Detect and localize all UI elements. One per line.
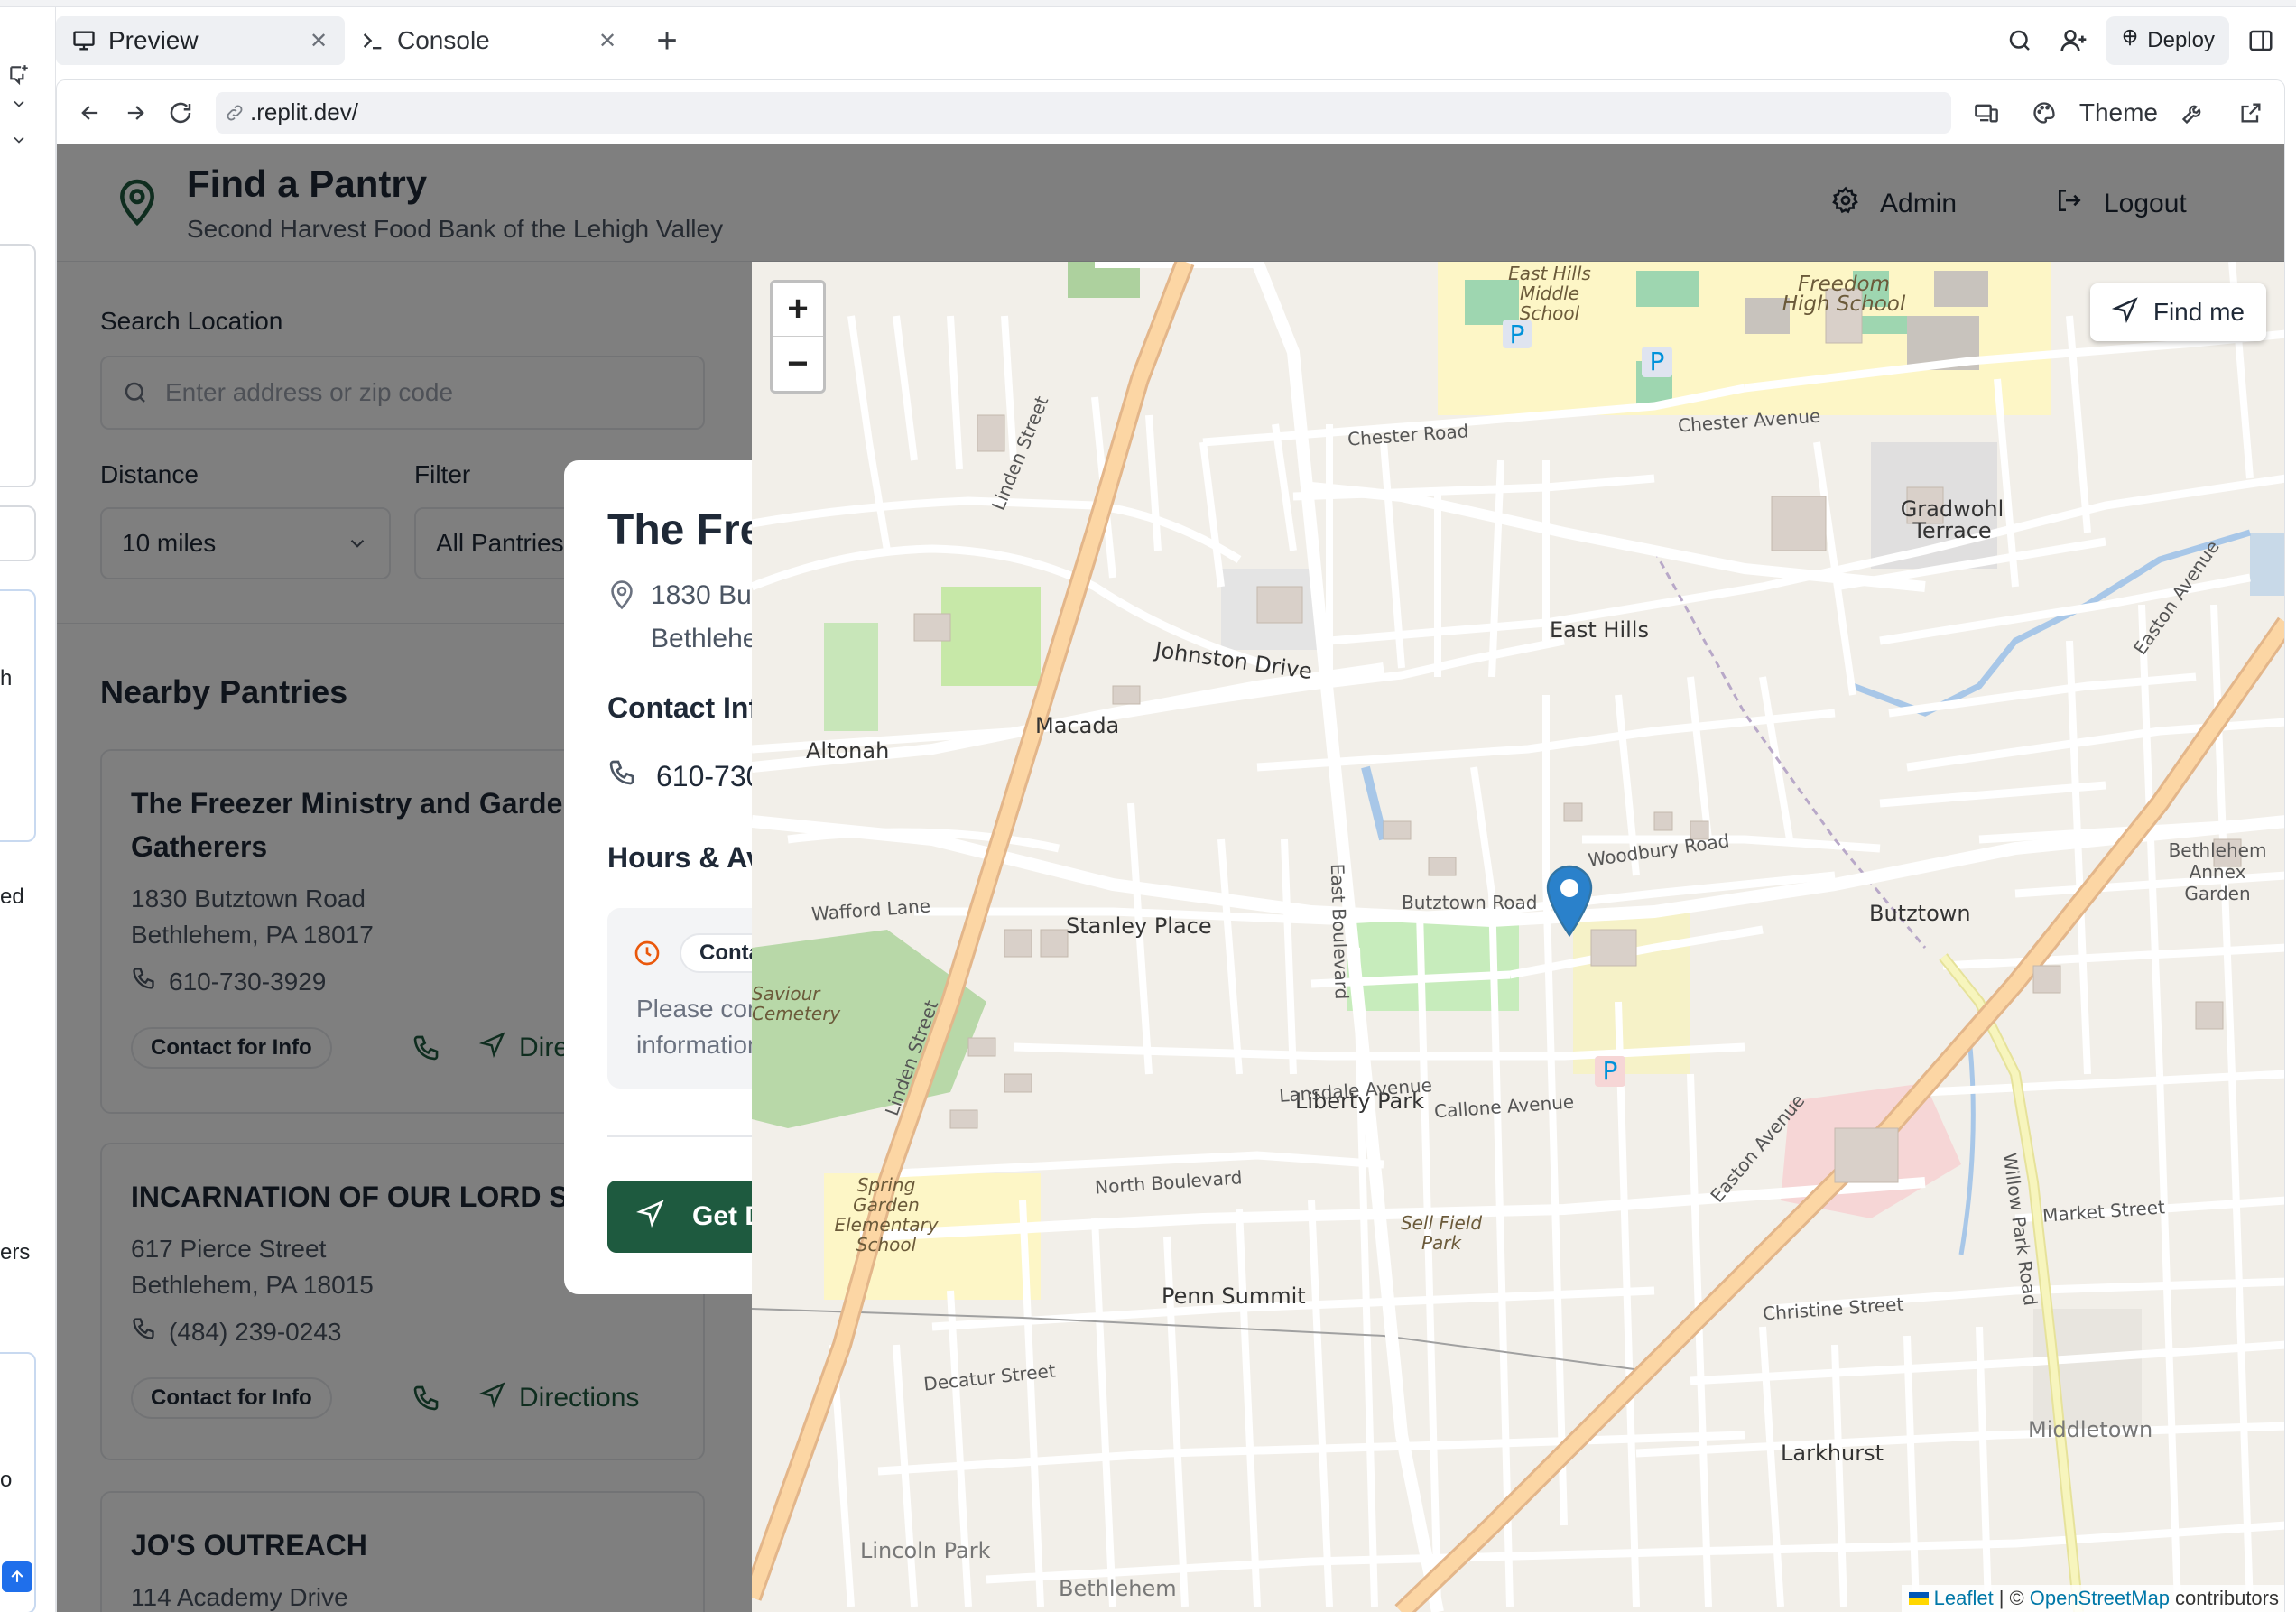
find-me-button[interactable]: Find me — [2089, 283, 2266, 341]
map-label-place: Gradwohl Terrace — [1900, 496, 2004, 543]
map-label-place: Macada — [1035, 713, 1120, 738]
split-panel-icon[interactable] — [2238, 18, 2283, 63]
map-pin-icon — [607, 579, 636, 615]
map-label-school: Spring Garden Elementary School — [834, 1174, 939, 1255]
map-label-place: Altonah — [806, 738, 890, 764]
map-label-street: Butztown Road — [1402, 892, 1538, 913]
open-external-icon[interactable] — [2228, 90, 2273, 135]
map-label-park: Sell Field Park — [1400, 1212, 1483, 1254]
chevron-down-icon[interactable] — [4, 88, 34, 119]
close-icon[interactable]: ✕ — [305, 27, 332, 54]
window-top-strip — [0, 0, 2296, 7]
rail-text: ed — [0, 885, 24, 909]
tab-label: Console — [397, 26, 490, 54]
map-label-school: Freedom High School — [1782, 273, 1906, 316]
map-label-place: Penn Summit — [1162, 1283, 1306, 1309]
ukraine-flag-icon — [1908, 1592, 1929, 1605]
palette-icon[interactable] — [2022, 90, 2067, 135]
map-label-school: East Hills Middle School — [1508, 263, 1591, 324]
map-label-place: Butztown — [1869, 901, 1971, 926]
rail-text: o — [0, 1468, 13, 1492]
app-preview: Find a Pantry Second Harvest Food Bank o… — [56, 144, 2285, 1612]
find-me-label: Find me — [2152, 298, 2245, 326]
map-tiles: P P P — [752, 262, 2284, 1612]
rail-panel[interactable] — [0, 505, 36, 561]
navigation-icon — [2111, 296, 2139, 329]
deploy-button[interactable]: Deploy — [2106, 16, 2229, 65]
attribution-separator: | © — [1998, 1587, 2024, 1609]
map-attribution: Leaflet | © OpenStreetMap contributors — [1901, 1585, 2284, 1612]
map-label-cemetery: Saviour Cemetery — [752, 983, 841, 1024]
link-icon — [225, 103, 245, 123]
map-label-place: Bethlehem Annex Garden — [2168, 839, 2267, 904]
send-icon[interactable] — [2, 1561, 32, 1592]
workspace-tabbar: Preview ✕ Console ✕ + Deploy — [56, 7, 2296, 74]
parking-glyph: P — [1650, 347, 1665, 376]
tab-console[interactable]: Console ✕ — [345, 16, 634, 65]
forward-arrow-icon[interactable] — [113, 90, 158, 135]
zoom-in-button[interactable]: + — [773, 283, 823, 337]
zoom-control: + − — [770, 280, 826, 394]
url-input[interactable]: .replit.dev/ — [216, 91, 1951, 134]
leaflet-link[interactable]: Leaflet — [1934, 1587, 1994, 1610]
ide-left-rail: h ed ers o — [0, 7, 56, 1612]
urlbar-actions: Theme — [1964, 90, 2273, 135]
invite-user-icon[interactable] — [2051, 18, 2097, 63]
attribution-tail: contributors — [2175, 1587, 2279, 1609]
contact-heading: Contact Info — [607, 691, 776, 724]
theme-label[interactable]: Theme — [2079, 98, 2158, 127]
park-area — [941, 587, 1041, 686]
map-view[interactable]: P P P East Hills Middle School Freedom H… — [752, 262, 2284, 1612]
terminal-icon — [357, 25, 388, 56]
devices-icon[interactable] — [1964, 90, 2009, 135]
rail-text: ers — [0, 1240, 31, 1265]
tab-label: Preview — [108, 26, 199, 54]
monitor-icon — [69, 25, 99, 56]
rail-panel — [0, 589, 36, 842]
map-label-place: Stanley Place — [1066, 913, 1212, 939]
rail-text: h — [0, 666, 13, 690]
pantry-location-marker[interactable] — [1546, 865, 1593, 938]
navigation-icon — [635, 1199, 665, 1235]
rail-panel — [0, 244, 36, 487]
wrench-icon[interactable] — [2171, 90, 2216, 135]
close-icon[interactable]: ✕ — [594, 27, 621, 54]
clock-icon — [633, 939, 662, 972]
sports-field — [824, 623, 878, 731]
map-label-place: Larkhurst — [1781, 1441, 1884, 1466]
map-label-place: Bethlehem — [1059, 1576, 1177, 1601]
osm-link[interactable]: OpenStreetMap — [2030, 1587, 2170, 1610]
phone-icon — [607, 758, 636, 794]
tabbar-actions: Deploy — [1997, 7, 2296, 74]
deploy-label: Deploy — [2147, 28, 2215, 52]
parking-glyph: P — [1603, 1056, 1618, 1086]
url-text: .replit.dev/ — [250, 98, 358, 125]
reload-icon[interactable] — [158, 90, 203, 135]
new-chat-icon[interactable] — [4, 60, 34, 90]
tab-preview[interactable]: Preview ✕ — [56, 16, 345, 65]
map-label-place: East Hills — [1550, 617, 1649, 643]
zoom-out-button[interactable]: − — [773, 337, 823, 391]
map-label-place: Middletown — [2028, 1417, 2153, 1442]
chevron-down-icon[interactable] — [4, 125, 34, 155]
map-label-place: Lincoln Park — [860, 1538, 991, 1563]
water-pond — [2250, 533, 2284, 596]
back-arrow-icon[interactable] — [68, 90, 113, 135]
browser-urlbar: .replit.dev/ Theme — [56, 79, 2285, 144]
add-tab-button[interactable]: + — [644, 18, 690, 63]
deploy-icon — [2120, 28, 2140, 54]
search-icon[interactable] — [1997, 18, 2042, 63]
